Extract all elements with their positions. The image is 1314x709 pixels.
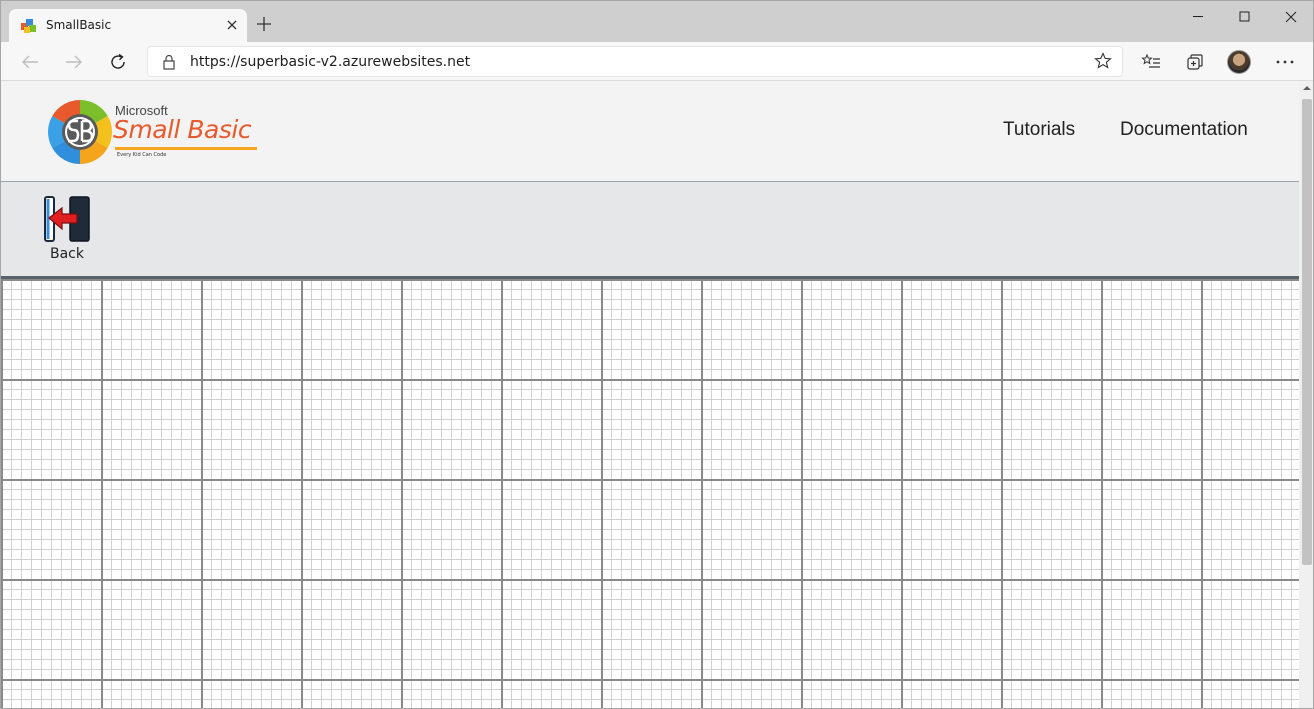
arrow-left-icon[interactable] [15,47,45,77]
browser-toolbar: https://superbasic-v2.azurewebsites.net [1,42,1313,81]
site-header: Microsoft Small Basic Every Kid Can Code… [1,81,1299,181]
back-label: Back [50,246,84,262]
maximize-icon[interactable] [1222,1,1268,33]
browser-tab[interactable]: SmallBasic [9,9,247,42]
logo-wheel-icon [48,100,112,164]
minimize-icon[interactable] [1176,1,1222,33]
small-basic-logo[interactable]: Microsoft Small Basic Every Kid Can Code [47,99,267,165]
arrow-right-icon[interactable] [59,47,89,77]
scroll-up-icon[interactable] [1302,83,1312,93]
profile-button[interactable] [1224,47,1254,77]
smallbasic-favicon-icon [21,19,36,33]
close-icon[interactable] [222,15,242,35]
tab-strip: SmallBasic [1,1,1313,42]
more-icon[interactable] [1270,47,1300,77]
tab-title: SmallBasic [46,18,112,32]
logo-brand-main: Small Basic [113,115,252,144]
nav-link-tutorials[interactable]: Tutorials [1003,119,1075,141]
collections-icon[interactable] [1180,47,1210,77]
address-bar[interactable]: https://superbasic-v2.azurewebsites.net [147,46,1123,77]
exit-arrow-icon [44,196,90,242]
nav-link-documentation[interactable]: Documentation [1120,119,1248,141]
logo-tagline: Every Kid Can Code [117,152,167,158]
page-content: Microsoft Small Basic Every Kid Can Code… [1,81,1299,708]
refresh-icon[interactable] [103,47,133,77]
back-button[interactable]: Back [41,196,93,266]
vertical-scrollbar[interactable] [1299,81,1313,708]
scroll-thumb[interactable] [1302,99,1312,565]
logo-underline [115,147,257,150]
window-close-icon[interactable] [1268,1,1313,33]
lock-icon [163,54,175,70]
browser-window: SmallBasic https://superbasic-v2.azurewe… [0,0,1314,709]
action-bar: Back [1,181,1299,279]
plus-icon[interactable] [253,13,275,35]
graphics-canvas[interactable] [1,279,1299,708]
star-icon[interactable] [1094,52,1112,70]
url-text[interactable]: https://superbasic-v2.azurewebsites.net [190,54,470,70]
favorites-list-icon[interactable] [1136,47,1166,77]
avatar [1227,50,1251,74]
